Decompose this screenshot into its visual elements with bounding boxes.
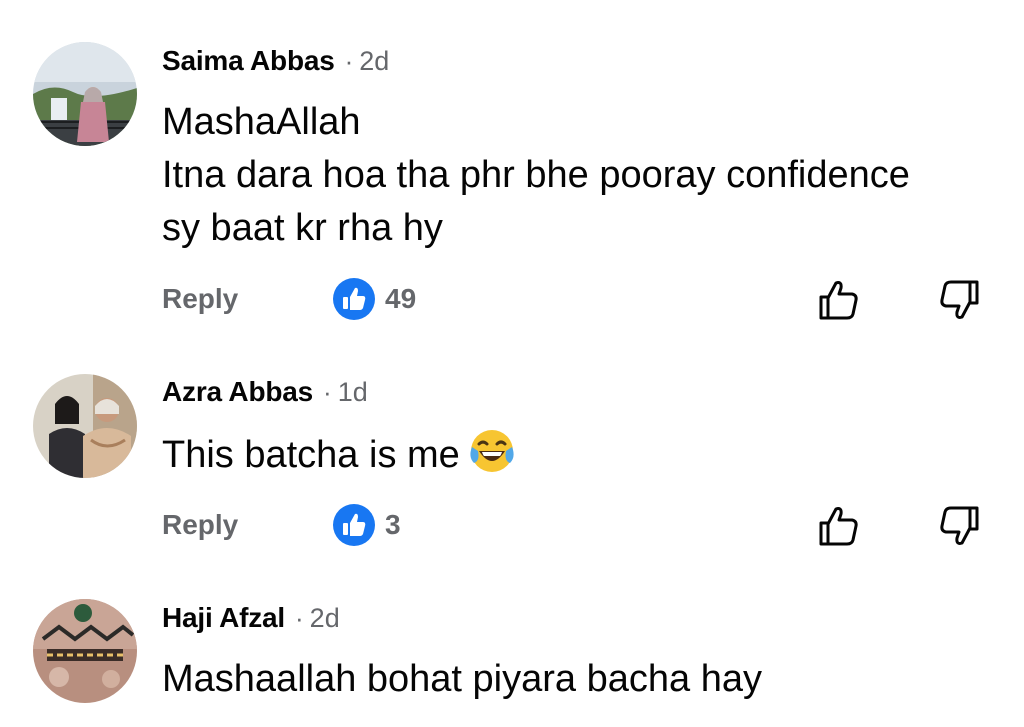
reaction-summary[interactable]: 49 xyxy=(332,277,416,321)
upvote-button[interactable] xyxy=(816,277,862,323)
comment-line: Mashaallah bohat piyara bacha hay xyxy=(162,658,762,700)
author-name[interactable]: Azra Abbas xyxy=(162,376,313,408)
comment-header: Haji Afzal · 2d xyxy=(162,602,340,638)
comment-time[interactable]: 1d xyxy=(338,377,368,408)
comment-text: Mashaallah bohat piyara bacha hay xyxy=(162,653,1012,706)
comment-time[interactable]: 2d xyxy=(310,603,340,634)
separator-dot: · xyxy=(344,46,354,76)
avatar[interactable] xyxy=(33,42,137,146)
like-count: 3 xyxy=(385,509,401,540)
comment-line: Itna dara hoa tha phr bhe pooray confide… xyxy=(162,154,910,196)
upvote-button[interactable] xyxy=(816,503,862,549)
comment-time[interactable]: 2d xyxy=(359,46,389,77)
comment-line: This batcha is me xyxy=(162,427,1012,482)
downvote-button[interactable] xyxy=(936,503,982,549)
reply-button[interactable]: Reply xyxy=(162,283,238,315)
comment-header: Azra Abbas · 1d xyxy=(162,376,368,412)
like-count: 49 xyxy=(385,283,417,314)
thumbs-up-badge-icon xyxy=(333,504,375,546)
separator-dot: · xyxy=(323,377,332,407)
comment-header: Saima Abbas · 2d xyxy=(162,45,389,81)
comment-text: MashaAllah Itna dara hoa tha phr bhe poo… xyxy=(162,96,1012,255)
face-with-tears-of-joy-icon xyxy=(470,430,514,472)
thumbs-up-outline-icon xyxy=(819,507,858,546)
thumbs-down-outline-icon xyxy=(940,280,979,319)
author-name[interactable]: Saima Abbas xyxy=(162,45,335,77)
comment-actions: Reply 3 xyxy=(162,503,992,551)
comment-line-text: This batcha is me xyxy=(162,434,460,476)
avatar[interactable] xyxy=(33,599,137,703)
author-name[interactable]: Haji Afzal xyxy=(162,602,285,634)
thumbs-down-outline-icon xyxy=(940,506,979,545)
thumbs-up-badge-icon xyxy=(333,278,375,320)
downvote-button[interactable] xyxy=(936,277,982,323)
reaction-summary[interactable]: 3 xyxy=(332,503,401,547)
comment-line: sy baat kr rha hy xyxy=(162,207,443,249)
comment-actions: Reply 49 xyxy=(162,277,992,325)
reply-button[interactable]: Reply xyxy=(162,509,238,541)
avatar[interactable] xyxy=(33,374,137,478)
comment-line: MashaAllah xyxy=(162,101,361,143)
thumbs-up-outline-icon xyxy=(819,281,858,320)
comment-text: This batcha is me xyxy=(162,427,1012,482)
separator-dot: · xyxy=(295,603,304,633)
